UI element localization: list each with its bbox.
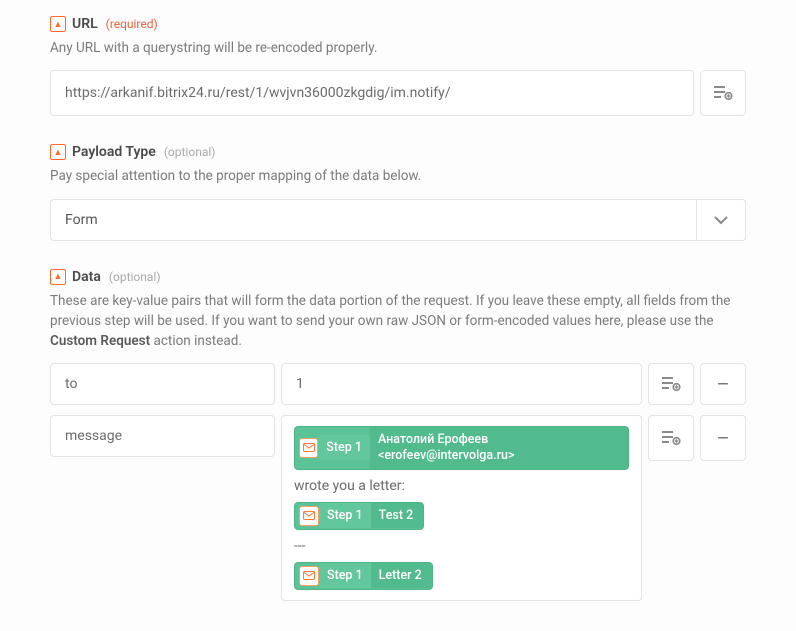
payload-select[interactable]: Form [50, 199, 746, 241]
app-icon: ▲ [50, 269, 66, 285]
value-text-line: --- [294, 536, 629, 556]
value-text-line: wrote you a letter: [294, 476, 629, 496]
data-row: Step 1 Анатолий Ерофеев <erofeev@intervo… [50, 415, 746, 600]
payload-select-value: Form [50, 199, 696, 241]
mail-icon [299, 438, 318, 458]
data-row: – [50, 363, 746, 405]
data-value-field[interactable]: Step 1 Анатолий Ерофеев <erofeev@intervo… [281, 415, 642, 600]
pill-value: Анатолий Ерофеев <erofeev@intervolga.ru> [370, 427, 628, 468]
data-label-row: ▲ Data (optional) [50, 269, 746, 285]
payload-section: ▲ Payload Type (optional) Pay special at… [50, 144, 746, 240]
pill-value: Letter 2 [371, 563, 432, 589]
pill-value: Test 2 [371, 503, 424, 529]
data-key-input[interactable] [65, 428, 260, 444]
mail-icon [299, 506, 319, 526]
payload-label: Payload Type [72, 144, 156, 160]
data-value-input[interactable] [296, 376, 627, 392]
payload-label-row: ▲ Payload Type (optional) [50, 144, 746, 160]
data-key-field[interactable] [50, 415, 275, 457]
payload-help: Pay special attention to the proper mapp… [50, 166, 746, 186]
insert-variable-button[interactable] [700, 70, 746, 116]
pill-step: Step 1 [318, 435, 370, 460]
url-help: Any URL with a querystring will be re-en… [50, 38, 746, 58]
insert-variable-button[interactable] [648, 415, 694, 461]
payload-select-caret[interactable] [696, 199, 746, 241]
data-section: ▲ Data (optional) These are key-value pa… [50, 269, 746, 601]
mail-icon [299, 566, 319, 586]
url-section: ▲ URL (required) Any URL with a querystr… [50, 16, 746, 116]
data-label: Data [72, 269, 101, 285]
data-help-pre: These are key-value pairs that will form… [50, 293, 730, 329]
pill-step: Step 1 [319, 503, 371, 528]
insert-list-plus-icon [713, 85, 733, 101]
url-input-row [50, 70, 746, 116]
url-required-tag: (required) [106, 17, 158, 31]
url-input[interactable] [65, 85, 679, 101]
data-help: These are key-value pairs that will form… [50, 291, 746, 352]
insert-list-plus-icon [661, 376, 681, 392]
insert-list-plus-icon [661, 430, 681, 446]
variable-pill[interactable]: Step 1 Letter 2 [294, 562, 433, 590]
data-key-field[interactable] [50, 363, 275, 405]
url-field-wrap [50, 70, 694, 116]
data-optional-tag: (optional) [109, 270, 161, 284]
url-label-row: ▲ URL (required) [50, 16, 746, 32]
data-help-strong: Custom Request [50, 333, 150, 349]
url-label: URL [72, 16, 98, 32]
remove-row-button[interactable]: – [700, 415, 746, 461]
chevron-down-icon [714, 215, 728, 225]
data-key-input[interactable] [65, 376, 260, 392]
app-icon: ▲ [50, 16, 66, 32]
variable-pill[interactable]: Step 1 Test 2 [294, 502, 424, 530]
payload-optional-tag: (optional) [164, 145, 216, 159]
app-icon: ▲ [50, 144, 66, 160]
variable-pill[interactable]: Step 1 Анатолий Ерофеев <erofeev@intervo… [294, 426, 629, 469]
remove-row-button[interactable]: – [700, 363, 746, 405]
data-help-post: action instead. [150, 333, 242, 349]
insert-variable-button[interactable] [648, 363, 694, 405]
pill-step: Step 1 [319, 563, 371, 588]
data-value-field[interactable] [281, 363, 642, 405]
